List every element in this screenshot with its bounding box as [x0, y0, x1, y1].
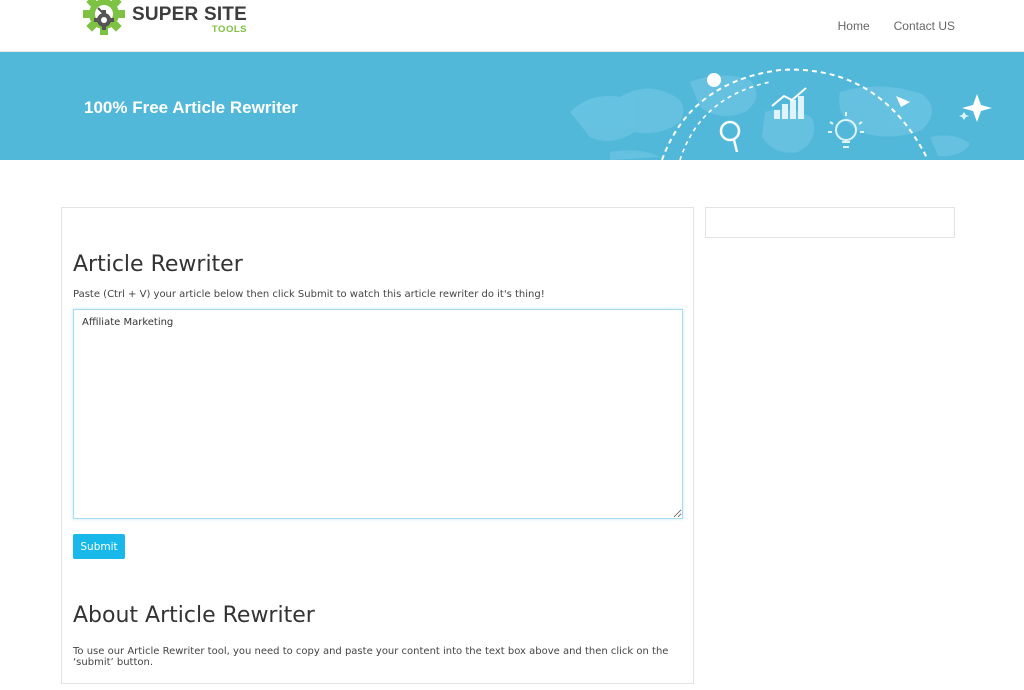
intro-text: Paste (Ctrl + V) your article below then… [73, 289, 545, 300]
gear-logo-icon [83, 0, 125, 35]
main-content-panel: Article Rewriter Paste (Ctrl + V) your a… [61, 207, 694, 684]
about-title: About Article Rewriter [73, 603, 315, 628]
world-map-icon [570, 75, 970, 160]
logo-text-main: SUPER SITE [132, 4, 247, 25]
submit-button[interactable]: Submit [73, 534, 125, 559]
article-input[interactable]: Affiliate Marketing [73, 309, 683, 519]
nav-contact-link[interactable]: Contact US [894, 19, 955, 33]
main-nav: Home Contact US [838, 19, 955, 33]
sidebar-panel [705, 207, 955, 238]
nav-home-link[interactable]: Home [838, 19, 870, 33]
sparkle-icon [962, 94, 992, 122]
about-text: To use our Article Rewriter tool, you ne… [73, 646, 669, 668]
site-header: SUPER SITE TOOLS Home Contact US [0, 0, 1024, 52]
banner-title: 100% Free Article Rewriter [84, 98, 298, 117]
banner-illustration [570, 68, 992, 160]
hero-banner: 100% Free Article Rewriter [0, 52, 1024, 160]
logo-text-sub: TOOLS [211, 24, 247, 35]
magnifier-icon [719, 120, 741, 153]
page-title: Article Rewriter [73, 252, 243, 277]
site-logo[interactable]: SUPER SITE TOOLS [78, 0, 247, 36]
